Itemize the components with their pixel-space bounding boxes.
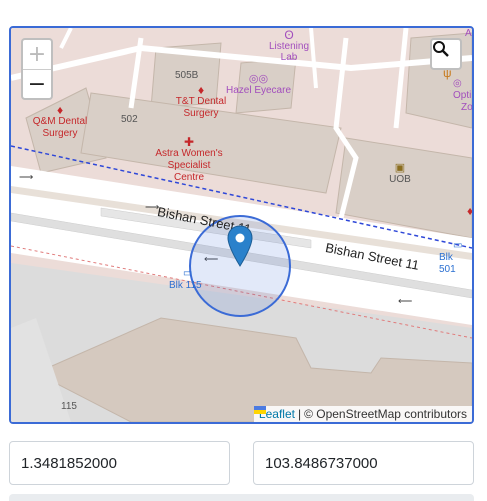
- bottom-panel: [9, 494, 474, 501]
- listening-lab-label-1: Listening: [268, 41, 310, 52]
- svg-text:⟵: ⟵: [398, 296, 412, 307]
- attribution-separator: |: [297, 407, 302, 421]
- tt-dental-poi[interactable]: ♦ T&T Dental Surgery: [171, 84, 231, 120]
- bus-stop-label: Blk 501: [439, 252, 456, 275]
- tooth-icon: ♦: [56, 103, 64, 117]
- map-search-button[interactable]: [430, 38, 462, 70]
- hazel-eyecare-label: Hazel Eyecare: [225, 85, 292, 96]
- svg-text:⟶: ⟶: [19, 172, 33, 183]
- search-icon: [433, 41, 449, 57]
- optical-poi-partial[interactable]: ◎ Opti Zo: [453, 78, 473, 114]
- map-attribution: Leaflet | © OpenStreetMap contributors: [253, 406, 472, 422]
- ear-icon: ʘ: [284, 28, 294, 42]
- qm-dental-label-1: Q&M Dental: [32, 116, 88, 127]
- tooth-icon: ♦: [467, 204, 474, 218]
- map-view[interactable]: ⟶ ⟶ ⟵ ⟵ Bishan Street 11 Bishan Street 1…: [9, 26, 474, 424]
- latitude-field[interactable]: 1.3481852000: [9, 441, 230, 485]
- astra-label-3: Centre: [173, 172, 204, 183]
- qm-dental-label-2: Surgery: [42, 128, 78, 139]
- zoom-out-button[interactable]: −: [23, 70, 51, 99]
- building-number-115: 115: [61, 401, 77, 412]
- bus-icon: ▭: [453, 240, 463, 251]
- zoom-in-button[interactable]: +: [23, 40, 51, 70]
- glasses-icon: ◎◎: [248, 73, 269, 85]
- bus-stop-blk-501[interactable]: ▭ Blk 501: [439, 240, 472, 276]
- qm-dental-poi[interactable]: ♦ Q&M Dental Surgery: [28, 104, 92, 140]
- bus-stop-blk-115[interactable]: ▭ Blk 115: [169, 268, 202, 292]
- uob-poi[interactable]: ▣ UOB: [385, 162, 415, 186]
- building-number-502: 502: [121, 114, 138, 125]
- longitude-field[interactable]: 103.8486737000: [253, 441, 474, 485]
- bus-icon: ▭: [183, 268, 193, 279]
- listening-lab-label-2: Lab: [280, 52, 298, 63]
- tt-dental-label-2: Surgery: [183, 108, 219, 119]
- optical-label-2: Zo: [461, 102, 473, 113]
- building-number-505b: 505B: [175, 70, 199, 81]
- listening-lab-poi[interactable]: ʘ Listening Lab: [261, 28, 317, 63]
- bus-stop-label: Blk 115: [169, 280, 202, 291]
- glasses-icon: ◎: [453, 78, 462, 89]
- hazel-eyecare-poi[interactable]: ◎◎ Hazel Eyecare: [221, 73, 296, 97]
- uob-label: UOB: [389, 174, 411, 185]
- astra-womens-poi[interactable]: ✚ Astra Women's Specialist Centre: [149, 136, 229, 184]
- location-marker-icon[interactable]: [227, 225, 253, 267]
- osm-attribution-link[interactable]: © OpenStreetMap contributors: [304, 407, 467, 421]
- zoom-control: + −: [21, 38, 53, 100]
- optical-label-1: Opti: [453, 90, 472, 101]
- medical-icon: ✚: [183, 135, 195, 149]
- top-right-poi-partial: Ab: [465, 28, 472, 39]
- astra-label-1: Astra Women's: [155, 148, 223, 159]
- tooth-icon: ♦: [197, 83, 205, 97]
- astra-label-2: Specialist: [167, 160, 211, 171]
- tt-dental-label-1: T&T Dental: [175, 96, 227, 107]
- ukraine-flag-icon: [253, 406, 266, 414]
- bank-icon: ▣: [394, 162, 406, 174]
